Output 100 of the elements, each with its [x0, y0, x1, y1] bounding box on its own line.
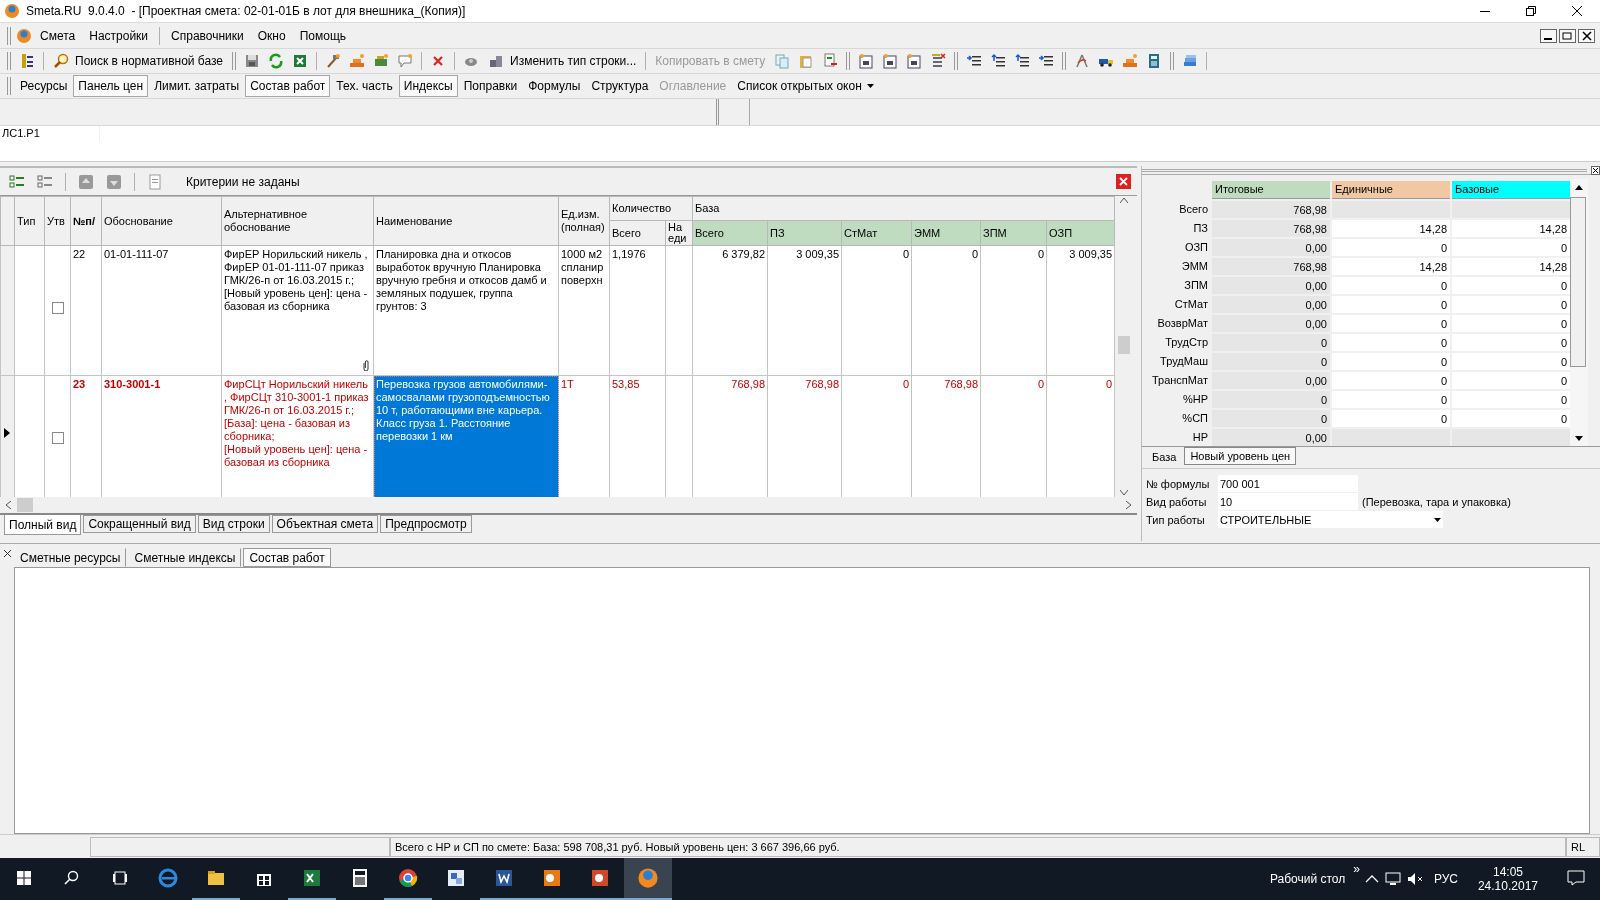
desktop-toolbar-label[interactable]: Рабочий стол [1269, 872, 1346, 886]
panel-toggle-button[interactable]: Структура [586, 75, 654, 97]
value-cell: 0 [1452, 239, 1570, 256]
table-cell: 01-01-111-07 [101, 245, 222, 376]
search-icon [64, 870, 80, 886]
input-field[interactable]: 700 001 [1218, 475, 1358, 492]
details-tab[interactable]: Состав работ [243, 548, 331, 567]
value-cell: 0 [1332, 372, 1450, 389]
column-header[interactable]: Альтернативное обоснование [221, 196, 374, 246]
row-label: ОЗП [1183, 240, 1209, 255]
value-cell: 0 [1212, 334, 1330, 351]
panel-toggle-button[interactable]: Ресурсы [15, 75, 73, 97]
table-cell: 1000 м2 спланир поверхн [558, 245, 610, 376]
chevron-label[interactable]: » [1353, 862, 1360, 876]
checkbox[interactable] [52, 302, 64, 314]
panel-toggle-button[interactable]: Поправки [458, 75, 523, 97]
indent-icon [1038, 53, 1055, 69]
column-header[interactable]: Утв [44, 196, 71, 246]
panel-toggle-button[interactable]: Тех. часть [331, 75, 398, 97]
scroll-left-icon [6, 501, 11, 509]
value-cell: 0 [1332, 315, 1450, 332]
search-button[interactable]: Поиск в нормативной базе [49, 50, 228, 72]
path-label: ЛС1.Р1 [0, 126, 100, 141]
table-cell: 0 [911, 245, 981, 376]
table-cell: 0 [1046, 375, 1115, 497]
row-indicator-cell[interactable] [0, 245, 15, 376]
caret-icon [1434, 517, 1441, 522]
scrollbar[interactable] [1570, 179, 1588, 446]
value-cell: 768,98 [1212, 258, 1330, 275]
panel-toggle-button[interactable]: Панель цен [73, 75, 149, 97]
value-cell: 0 [1452, 353, 1570, 370]
change-row-type-button[interactable]: Изменить тип строки... [484, 50, 641, 72]
checkbox[interactable] [52, 432, 64, 444]
scrollbar-thumb[interactable] [17, 498, 33, 512]
view-tab[interactable]: Предпросмотр [380, 515, 472, 533]
value-cell: 0,00 [1212, 429, 1330, 446]
scrollbar[interactable] [0, 497, 1137, 515]
value-cell: 0,00 [1212, 315, 1330, 332]
list-icon [37, 173, 53, 190]
price-level-tab[interactable]: Новый уровень цен [1184, 447, 1297, 465]
table-cell: 1Т [558, 375, 610, 497]
column-header[interactable]: №п/ [70, 196, 102, 246]
arrow-up-icon [78, 173, 94, 190]
menu-item[interactable]: Смета [34, 26, 82, 45]
chrome-icon [398, 868, 418, 888]
row-label: %НР [1181, 392, 1209, 407]
column-header[interactable]: Тип [14, 196, 45, 246]
panel-toggle-button[interactable]: Формулы [523, 75, 586, 97]
table-cell: 768,98 [692, 375, 768, 497]
row-label: %СП [1181, 411, 1209, 426]
value-cell: 0 [1332, 391, 1450, 408]
dropdown-field[interactable]: СТРОИТЕЛЬНЫЕ [1218, 511, 1443, 528]
menu-item[interactable]: Окно [251, 26, 292, 45]
close-button[interactable] [1116, 174, 1131, 189]
clock[interactable]: 14:05 24.10.2017 [1477, 865, 1538, 893]
presentation-icon [590, 868, 610, 888]
input-field[interactable]: 10 [1218, 493, 1358, 510]
view-tab[interactable]: Полный вид [4, 515, 82, 535]
view-tab[interactable]: Объектная смета [271, 515, 379, 533]
language-indicator[interactable]: РУС [1433, 872, 1458, 886]
compass-icon [1074, 53, 1091, 69]
table-cell: 0 [980, 245, 1047, 376]
value-cell: 0 [1332, 353, 1450, 370]
view-tab[interactable]: Вид строки [197, 515, 270, 533]
menu-item[interactable]: Справочники [165, 26, 250, 45]
value-cell: 0,00 [1212, 372, 1330, 389]
dropdown-button[interactable]: Список открытых окон [732, 75, 879, 97]
work-type-note: (Перевозка, тара и упаковка) [1362, 495, 1512, 508]
outdent-icon [1014, 53, 1031, 69]
value-cell: 0,00 [1212, 296, 1330, 313]
field-label: Тип работы [1146, 513, 1206, 526]
value-cell: 0 [1452, 277, 1570, 294]
value-cell: 14,28 [1452, 258, 1570, 275]
view-tab[interactable]: Сокращенный вид [83, 515, 196, 533]
paste-icon [798, 53, 815, 69]
filter-criteria: Критерии не заданы [186, 174, 301, 189]
row-indicator-cell[interactable] [0, 375, 15, 497]
panel-toggle-button[interactable]: Лимит. затраты [149, 75, 245, 97]
table-cell: 1,1976 [609, 245, 666, 376]
arrow-down-icon [106, 173, 122, 190]
value-cell: 0 [1332, 334, 1450, 351]
value-cell: 0 [1452, 391, 1570, 408]
outdent-icon [990, 53, 1007, 69]
scrollbar-thumb[interactable] [1118, 336, 1131, 354]
row-label: ТрудСтр [1164, 335, 1209, 350]
column-header[interactable]: Наименование [373, 196, 559, 246]
app-logo-icon [4, 3, 20, 19]
panel-toggle-button[interactable]: Состав работ [245, 75, 331, 97]
menu-item[interactable]: Помощь [293, 26, 353, 45]
panel-toggle-button[interactable]: Индексы [398, 75, 458, 97]
column-header[interactable]: Ед.изм. (полная) [558, 196, 610, 246]
value-cell: 0 [1452, 315, 1570, 332]
column-header[interactable]: Обоснование [101, 196, 222, 246]
table-cell: Планировка дна и откосов выработок вручную Планировка вручную гребня и откосов дамб и земляных подушек, группа грунтов: 3 [373, 245, 559, 376]
menu-item[interactable]: Настройки [83, 26, 155, 45]
value-cell: 0,00 [1212, 277, 1330, 294]
field-label: № формулы [1146, 477, 1211, 490]
scrollbar-thumb[interactable] [1570, 197, 1586, 367]
column-group-header: База [692, 196, 1115, 221]
spreadsheet-icon [292, 53, 309, 69]
